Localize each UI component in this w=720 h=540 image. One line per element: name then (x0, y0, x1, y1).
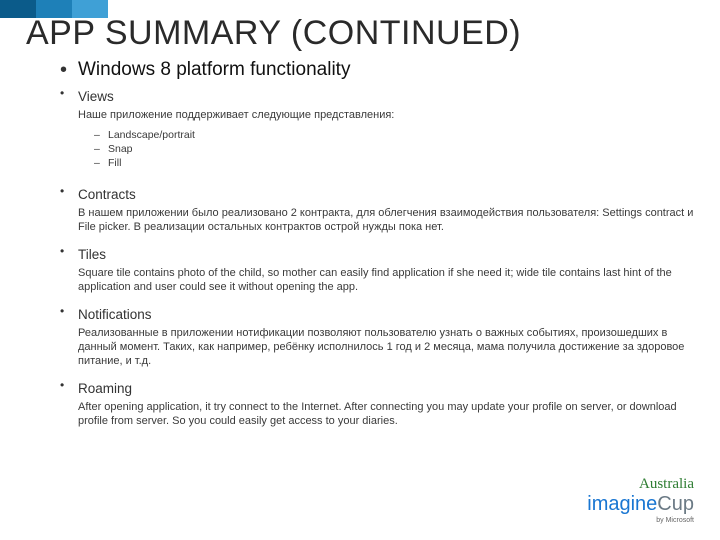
section-heading-row: • Views (60, 84, 698, 106)
views-item-label: Landscape/portrait (108, 129, 195, 141)
page-title: APP SUMMARY (CONTINUED) (26, 14, 521, 53)
bullet-icon: • (60, 302, 78, 320)
logo-imagine-text: imagine (587, 493, 657, 515)
imagine-cup-logo: Australia imagineCup by Microsoft (587, 472, 694, 524)
views-item-label: Fill (108, 157, 121, 169)
section-heading-views: Views (78, 88, 114, 106)
section-heading-row: • Tiles (60, 242, 698, 264)
section-body-contracts: В нашем приложении было реализовано 2 ко… (78, 206, 698, 234)
section-body-roaming: After opening application, it try connec… (78, 400, 698, 428)
section-heading-roaming: Roaming (78, 380, 132, 398)
views-item-label: Snap (108, 143, 133, 155)
views-item: –Snap (94, 142, 698, 156)
section-body-views: Наше приложение поддерживает следующие п… (78, 108, 698, 122)
bullet-icon: • (60, 58, 78, 82)
bullet-icon: • (60, 242, 78, 260)
section-heading-tiles: Tiles (78, 246, 106, 264)
views-item: –Fill (94, 156, 698, 170)
section-body-tiles: Square tile contains photo of the child,… (78, 266, 698, 294)
bullet-icon: • (60, 376, 78, 394)
section-body-notifications: Реализованные в приложении нотификации п… (78, 326, 698, 368)
section-heading-contracts: Contracts (78, 186, 136, 204)
section-heading-row: • Notifications (60, 302, 698, 324)
section-heading-row: • Roaming (60, 376, 698, 398)
logo-cup-text: Cup (657, 493, 694, 515)
views-item: –Landscape/portrait (94, 128, 698, 142)
content-area: • Windows 8 platform functionality • Vie… (60, 58, 698, 434)
bullet-icon: • (60, 182, 78, 200)
section-heading-notifications: Notifications (78, 306, 152, 324)
logo-by-microsoft: by Microsoft (587, 517, 694, 524)
section-heading-row: • Contracts (60, 182, 698, 204)
main-heading-row: • Windows 8 platform functionality (60, 58, 698, 82)
main-heading: Windows 8 platform functionality (78, 58, 350, 82)
logo-australia-text: Australia (639, 476, 694, 492)
bullet-icon: • (60, 84, 78, 102)
